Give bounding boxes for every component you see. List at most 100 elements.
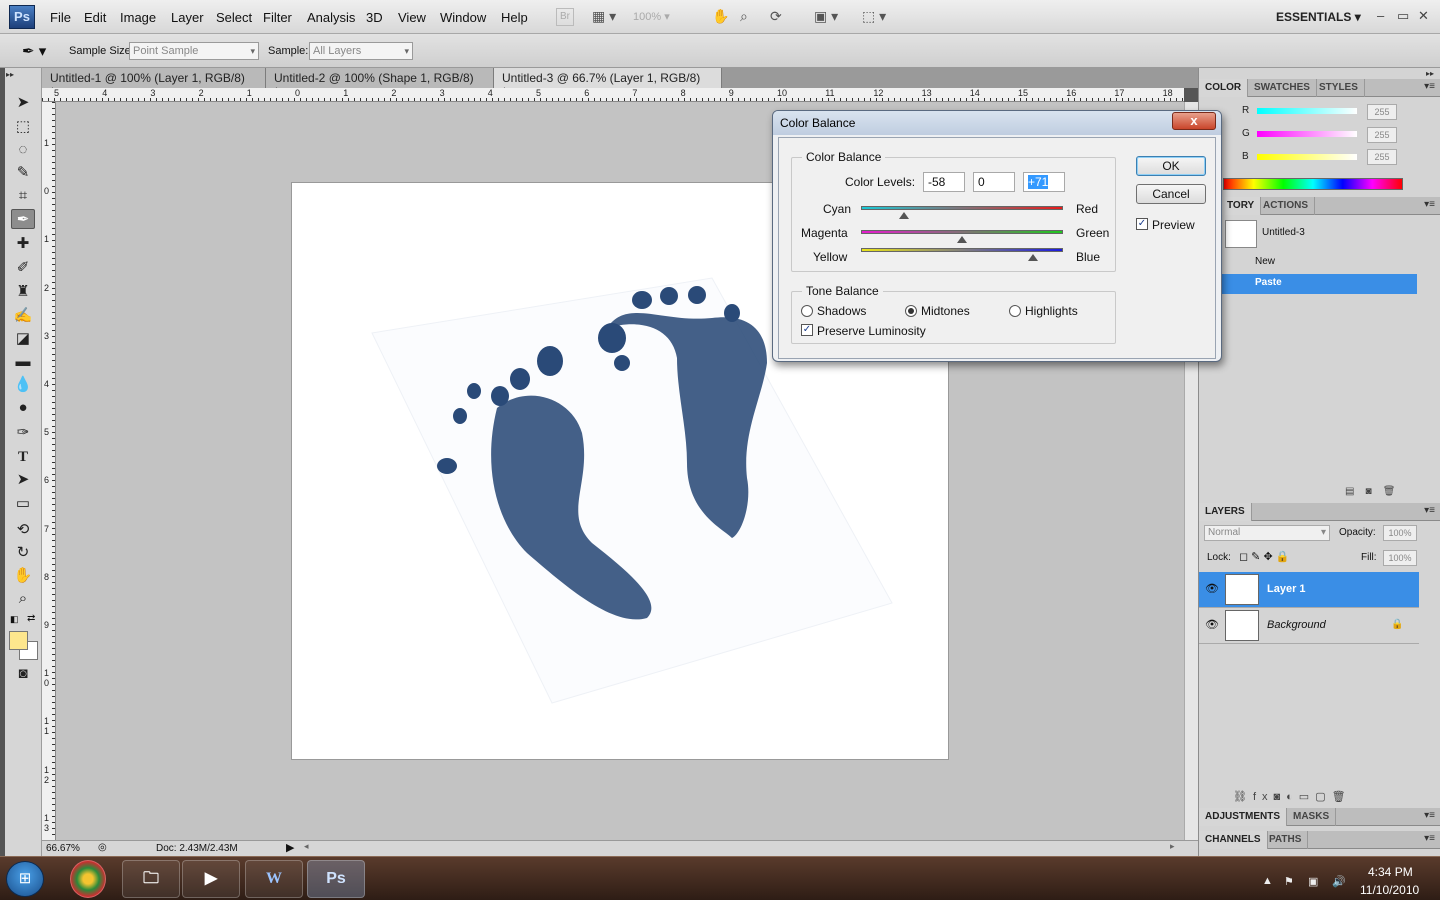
tab-adjustments[interactable]: ADJUSTMENTS xyxy=(1199,808,1288,826)
scroll-left-icon[interactable]: ◂ xyxy=(304,841,309,852)
photoshop-taskbar-icon[interactable]: Ps xyxy=(307,860,365,898)
menu-select[interactable]: Select xyxy=(216,10,252,25)
menu-view[interactable]: View xyxy=(398,10,426,25)
yellow-blue-slider-thumb[interactable] xyxy=(1028,254,1038,261)
3d-orbit-tool-icon[interactable]: ↻ xyxy=(11,543,35,563)
color-g-slider[interactable] xyxy=(1257,131,1357,137)
tab-untitled-3[interactable]: Untitled-3 @ 66.7% (Layer 1, RGB/8) *✕ xyxy=(494,68,722,99)
hand-tool-icon[interactable]: ✋ xyxy=(11,566,35,586)
tab-swatches[interactable]: SWATCHES xyxy=(1248,79,1317,97)
word-icon[interactable]: W xyxy=(245,860,303,898)
dialog-close-button[interactable]: x xyxy=(1172,112,1216,130)
history-item-new[interactable]: New xyxy=(1221,253,1417,273)
tab-untitled-1[interactable]: Untitled-1 @ 100% (Layer 1, RGB/8) *✕ xyxy=(42,68,266,99)
zoom-tool-icon[interactable]: ⌕ xyxy=(740,8,748,26)
tab-styles[interactable]: STYLES xyxy=(1313,79,1365,97)
clock-time[interactable]: 4:34 PM xyxy=(1368,865,1413,879)
history-item-paste[interactable]: Paste xyxy=(1221,274,1417,294)
panel-menu-icon[interactable]: ▾≡ xyxy=(1424,199,1435,210)
panel-menu-icon[interactable]: ▾≡ xyxy=(1424,81,1435,92)
lasso-tool-icon[interactable]: ◌ xyxy=(11,140,35,160)
menu-analysis[interactable]: Analysis xyxy=(307,10,355,25)
menu-help[interactable]: Help xyxy=(501,10,528,25)
magenta-green-slider-thumb[interactable] xyxy=(957,236,967,243)
clock-date[interactable]: 11/10/2010 xyxy=(1360,883,1419,897)
lock-icons[interactable]: ◻ ✎ ✥ 🔒 xyxy=(1239,550,1289,563)
panel-collapse-icon[interactable]: ▸▸ xyxy=(6,70,14,79)
chrome-icon[interactable] xyxy=(70,860,106,898)
tab-history[interactable]: TORY xyxy=(1221,197,1262,215)
eyedropper-icon[interactable]: ✒ ▾ xyxy=(22,42,46,60)
move-tool-icon[interactable]: ➤ xyxy=(11,93,35,113)
tab-layers[interactable]: LAYERS xyxy=(1199,503,1252,521)
tab-paths[interactable]: PATHS xyxy=(1263,831,1309,849)
preserve-luminosity-checkbox[interactable]: ✓ xyxy=(801,324,813,336)
yellow-blue-slider[interactable] xyxy=(861,248,1063,252)
magenta-green-slider[interactable] xyxy=(861,230,1063,234)
cancel-button[interactable]: Cancel xyxy=(1136,184,1206,204)
tab-actions[interactable]: ACTIONS xyxy=(1257,197,1315,215)
default-colors-icon[interactable]: ◧ xyxy=(10,614,19,625)
menu-filter[interactable]: Filter xyxy=(263,10,292,25)
view-extras-icon[interactable]: ▦ ▾ xyxy=(592,8,616,26)
blend-mode-select[interactable]: Normal ▾ xyxy=(1204,525,1330,541)
color-r-value[interactable]: 255 xyxy=(1367,104,1397,120)
zoom-level-dropdown[interactable]: 100% ▾ xyxy=(633,8,689,26)
history-snapshot-name[interactable]: Untitled-3 xyxy=(1262,227,1305,238)
fill-input[interactable]: 100% xyxy=(1383,550,1417,566)
start-button-icon[interactable]: ⊞ xyxy=(6,861,44,897)
color-level-yellow-blue-input[interactable]: +71 xyxy=(1023,172,1065,192)
sample-size-select[interactable]: Point Sample ▾ xyxy=(129,42,259,60)
status-icon[interactable]: ◎ xyxy=(98,842,107,853)
shadows-radio[interactable] xyxy=(801,305,813,317)
path-selection-tool-icon[interactable]: ➤ xyxy=(11,470,35,490)
color-b-slider[interactable] xyxy=(1257,154,1357,160)
layer-name[interactable]: Layer 1 xyxy=(1267,583,1306,595)
sample-select[interactable]: All Layers ▾ xyxy=(309,42,413,60)
status-menu-arrow-icon[interactable]: ▶ xyxy=(286,841,294,854)
tab-untitled-2[interactable]: Untitled-2 @ 100% (Shape 1, RGB/8) *✕ xyxy=(266,68,494,99)
zoom-percentage[interactable]: 66.67% xyxy=(46,843,80,854)
ok-button[interactable]: OK xyxy=(1136,156,1206,176)
file-explorer-icon[interactable]: 🗀 xyxy=(122,860,180,898)
swap-colors-icon[interactable]: ⇄ xyxy=(27,613,35,624)
tab-channels[interactable]: CHANNELS xyxy=(1199,831,1268,849)
panel-menu-icon[interactable]: ▾≡ xyxy=(1424,833,1435,844)
color-level-cyan-red-input[interactable]: -58 xyxy=(923,172,965,192)
bridge-button[interactable]: Br xyxy=(556,8,574,26)
preview-checkbox[interactable]: ✓ xyxy=(1136,218,1148,230)
marquee-tool-icon[interactable]: ⬚ xyxy=(11,117,35,137)
panel-menu-icon[interactable]: ▾≡ xyxy=(1424,505,1435,516)
eraser-tool-icon[interactable]: ◪ xyxy=(11,329,35,349)
volume-icon[interactable]: 🔊 xyxy=(1332,875,1346,888)
type-tool-icon[interactable]: T xyxy=(11,447,35,467)
eyedropper-tool-icon[interactable]: ✒ xyxy=(11,209,35,229)
color-b-value[interactable]: 255 xyxy=(1367,149,1397,165)
dodge-tool-icon[interactable]: ● xyxy=(11,398,35,418)
tab-color[interactable]: COLOR xyxy=(1199,79,1249,97)
layer-row-layer-1[interactable]: 👁 Layer 1 xyxy=(1199,572,1419,608)
minimize-icon[interactable]: – xyxy=(1377,8,1384,23)
dialog-titlebar[interactable]: Color Balance x xyxy=(773,111,1221,135)
crop-tool-icon[interactable]: ⌗ xyxy=(11,186,35,206)
menu-image[interactable]: Image xyxy=(120,10,156,25)
history-snapshot-thumbnail[interactable] xyxy=(1225,220,1257,248)
highlights-label[interactable]: Highlights xyxy=(1025,304,1078,318)
preserve-luminosity-label[interactable]: Preserve Luminosity xyxy=(817,324,926,338)
rotate-view-icon[interactable]: ⟳ xyxy=(770,8,782,26)
clone-stamp-tool-icon[interactable]: ♜ xyxy=(11,282,35,302)
history-brush-tool-icon[interactable]: ✍ xyxy=(11,306,35,326)
color-g-value[interactable]: 255 xyxy=(1367,127,1397,143)
history-footer-icons[interactable]: ▤ ◙ 🗑 xyxy=(1345,486,1395,497)
menu-window[interactable]: Window xyxy=(440,10,486,25)
network-icon[interactable]: ▣ xyxy=(1308,875,1318,888)
color-r-slider[interactable] xyxy=(1257,108,1357,114)
healing-brush-tool-icon[interactable]: ✚ xyxy=(11,234,35,254)
color-level-magenta-green-input[interactable]: 0 xyxy=(973,172,1015,192)
blur-tool-icon[interactable]: 💧 xyxy=(11,375,35,395)
menu-3d[interactable]: 3D xyxy=(366,10,383,25)
visibility-eye-icon[interactable]: 👁 xyxy=(1205,582,1219,595)
3d-rotate-tool-icon[interactable]: ⟲ xyxy=(11,520,35,540)
pen-tool-icon[interactable]: ✑ xyxy=(11,423,35,443)
hand-tool-icon[interactable]: ✋ xyxy=(712,8,729,26)
